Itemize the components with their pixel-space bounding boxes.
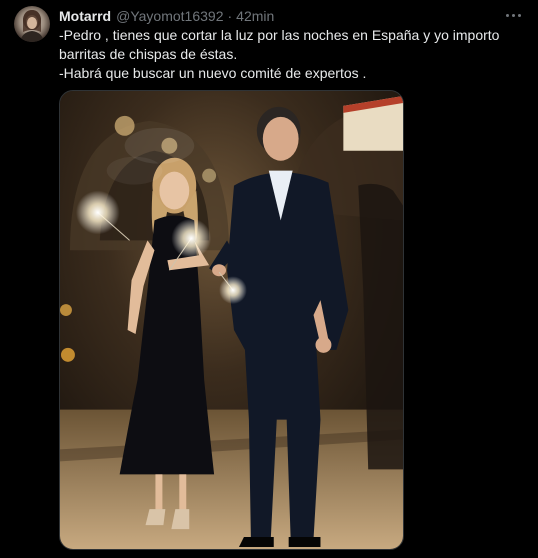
tweet-header: Motarrd @Yayomot16392 · 42min [59, 7, 274, 25]
tweet[interactable]: Motarrd @Yayomot16392 · 42min -Pedro , t… [0, 0, 538, 558]
tweet-text-line: -Pedro , tienes que cortar la luz por la… [59, 27, 500, 62]
tweet-photo[interactable] [59, 90, 404, 550]
timestamp[interactable]: 42min [236, 8, 274, 24]
tweet-text-line: -Habrá que buscar un nuevo comité de exp… [59, 65, 367, 81]
separator-dot: · [227, 8, 233, 24]
more-horizontal-icon[interactable] [502, 6, 524, 24]
author-handle[interactable]: @Yayomot16392 [116, 8, 223, 24]
avatar[interactable] [14, 6, 50, 42]
tweet-text: -Pedro , tienes que cortar la luz por la… [59, 26, 521, 83]
author-name[interactable]: Motarrd [59, 8, 111, 24]
